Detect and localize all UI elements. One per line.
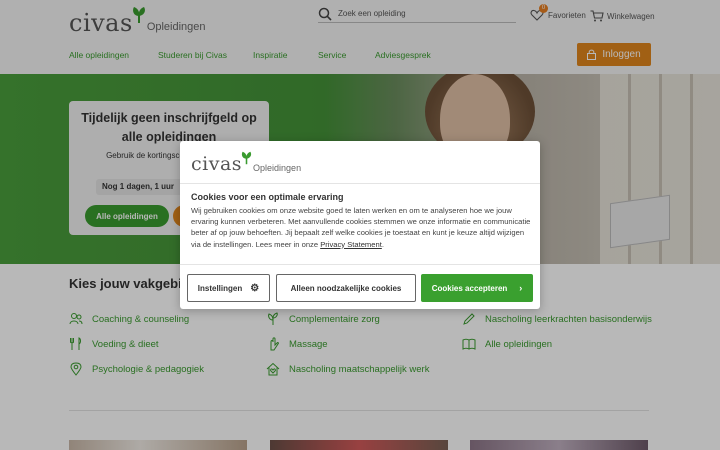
cookie-description: Wij gebruiken cookies om onze website go… bbox=[191, 206, 531, 249]
settings-label: Instellingen bbox=[197, 283, 243, 293]
modal-logo: civas Opleidingen bbox=[191, 151, 301, 174]
chevron-right-icon: › bbox=[519, 283, 523, 293]
settings-button[interactable]: Instellingen ⚙ bbox=[187, 274, 270, 302]
accept-label: Cookies accepteren bbox=[431, 283, 508, 293]
logo-subtitle: Opleidingen bbox=[253, 163, 302, 173]
necessary-cookies-button[interactable]: Alleen noodzakelijke cookies bbox=[276, 274, 416, 302]
divider bbox=[180, 264, 540, 265]
leaf-icon bbox=[241, 151, 252, 165]
cookie-title: Cookies voor een optimale ervaring bbox=[191, 192, 344, 202]
gear-icon: ⚙ bbox=[250, 282, 260, 294]
privacy-statement-link[interactable]: Privacy Statement bbox=[320, 240, 382, 249]
logo-word: civas bbox=[191, 153, 243, 175]
divider bbox=[180, 183, 540, 184]
accept-cookies-button[interactable]: Cookies accepteren › bbox=[421, 274, 533, 302]
cookie-consent-dialog: civas Opleidingen Cookies voor een optim… bbox=[180, 141, 540, 309]
